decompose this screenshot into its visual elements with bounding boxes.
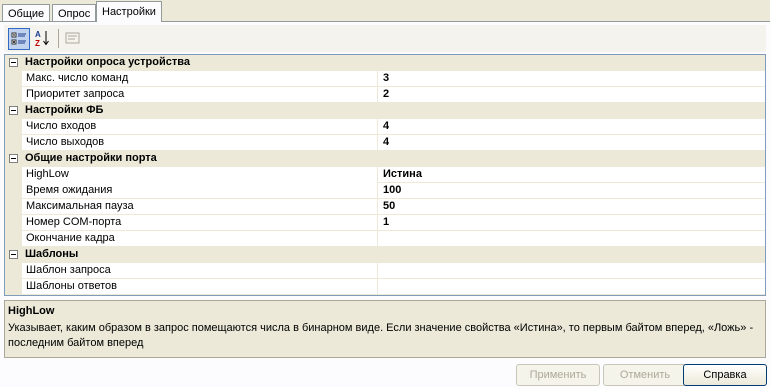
row-gutter <box>5 135 22 151</box>
property-row[interactable]: Окончание кадра <box>5 231 765 247</box>
apply-button[interactable]: Применить <box>516 364 600 386</box>
row-gutter <box>5 263 22 279</box>
property-name: Число выходов <box>22 135 378 151</box>
property-grid: Настройки опроса устройства Макс. число … <box>4 54 766 296</box>
property-name: Окончание кадра <box>22 231 378 247</box>
property-value[interactable] <box>379 263 383 279</box>
description-text: Указывает, каким образом в запрос помеща… <box>8 322 754 349</box>
property-value[interactable]: Истина <box>379 167 422 183</box>
collapse-icon[interactable] <box>9 250 18 259</box>
property-name: HighLow <box>22 167 378 183</box>
collapse-icon[interactable] <box>9 154 18 163</box>
property-value[interactable] <box>379 231 383 247</box>
row-gutter <box>5 87 22 103</box>
category-title: Настройки опроса устройства <box>25 56 190 68</box>
property-value[interactable]: 50 <box>379 199 395 215</box>
category-row-templates[interactable]: Шаблоны <box>5 247 765 263</box>
property-name: Макс. число команд <box>22 71 378 87</box>
property-name: Номер COM-порта <box>22 215 378 231</box>
row-gutter <box>5 119 22 135</box>
property-row[interactable]: Шаблоны ответов <box>5 279 765 295</box>
row-gutter <box>5 231 22 247</box>
row-gutter <box>5 167 22 183</box>
property-pages-icon <box>65 32 80 44</box>
tab-general[interactable]: Общие <box>2 4 51 22</box>
property-value[interactable]: 100 <box>379 183 401 199</box>
tab-polling[interactable]: Опрос <box>52 4 97 22</box>
category-row-port-settings[interactable]: Общие настройки порта <box>5 151 765 167</box>
category-title: Общие настройки порта <box>25 152 157 164</box>
category-row-device-polling[interactable]: Настройки опроса устройства <box>5 55 765 71</box>
property-row[interactable]: Число выходов 4 <box>5 135 765 151</box>
category-row-fb-settings[interactable]: Настройки ФБ <box>5 103 765 119</box>
collapse-icon[interactable] <box>9 106 18 115</box>
property-name: Приоритет запроса <box>22 87 378 103</box>
property-row[interactable]: Шаблон запроса <box>5 263 765 279</box>
description-title: HighLow <box>8 305 55 317</box>
property-row[interactable]: Приоритет запроса 2 <box>5 87 765 103</box>
category-title: Настройки ФБ <box>25 104 104 116</box>
category-title: Шаблоны <box>25 248 79 260</box>
svg-text:Z: Z <box>35 39 40 48</box>
cancel-button[interactable]: Отменить <box>603 364 687 386</box>
property-value[interactable]: 4 <box>379 135 389 151</box>
property-name: Время ожидания <box>22 183 378 199</box>
tab-settings[interactable]: Настройки <box>96 1 162 22</box>
alphabetical-button[interactable]: A Z <box>32 28 54 50</box>
description-panel: HighLow Указывает, каким образом в запро… <box>4 300 766 358</box>
property-name: Максимальная пауза <box>22 199 378 215</box>
property-pages-button[interactable] <box>62 28 84 50</box>
row-gutter <box>5 71 22 87</box>
sort-alphabetical-icon: A Z <box>35 30 49 48</box>
row-gutter <box>5 199 22 215</box>
row-gutter <box>5 183 22 199</box>
property-row[interactable]: Номер COM-порта 1 <box>5 215 765 231</box>
row-gutter <box>5 215 22 231</box>
property-value[interactable]: 2 <box>379 87 389 103</box>
collapse-icon[interactable] <box>9 58 18 67</box>
property-grid-toolbar: A Z <box>4 25 766 52</box>
svg-text:A: A <box>35 30 41 39</box>
property-row[interactable]: Число входов 4 <box>5 119 765 135</box>
property-row[interactable]: Максимальная пауза 50 <box>5 199 765 215</box>
property-value[interactable]: 4 <box>379 119 389 135</box>
property-row[interactable]: Макс. число команд 3 <box>5 71 765 87</box>
property-row-selected[interactable]: HighLow Истина <box>5 167 765 183</box>
property-value[interactable]: 1 <box>379 215 389 231</box>
help-button[interactable]: Справка <box>683 364 767 386</box>
property-value[interactable] <box>379 279 383 295</box>
property-value[interactable]: 3 <box>379 71 389 87</box>
row-gutter <box>5 279 22 295</box>
categorized-icon <box>11 32 26 45</box>
tab-strip: Общие Опрос Настройки <box>0 0 770 22</box>
property-name: Число входов <box>22 119 378 135</box>
property-name: Шаблоны ответов <box>22 279 378 295</box>
property-row[interactable]: Время ожидания 100 <box>5 183 765 199</box>
property-name: Шаблон запроса <box>22 263 378 279</box>
toolbar-separator <box>58 29 59 48</box>
categorized-button[interactable] <box>8 28 30 50</box>
